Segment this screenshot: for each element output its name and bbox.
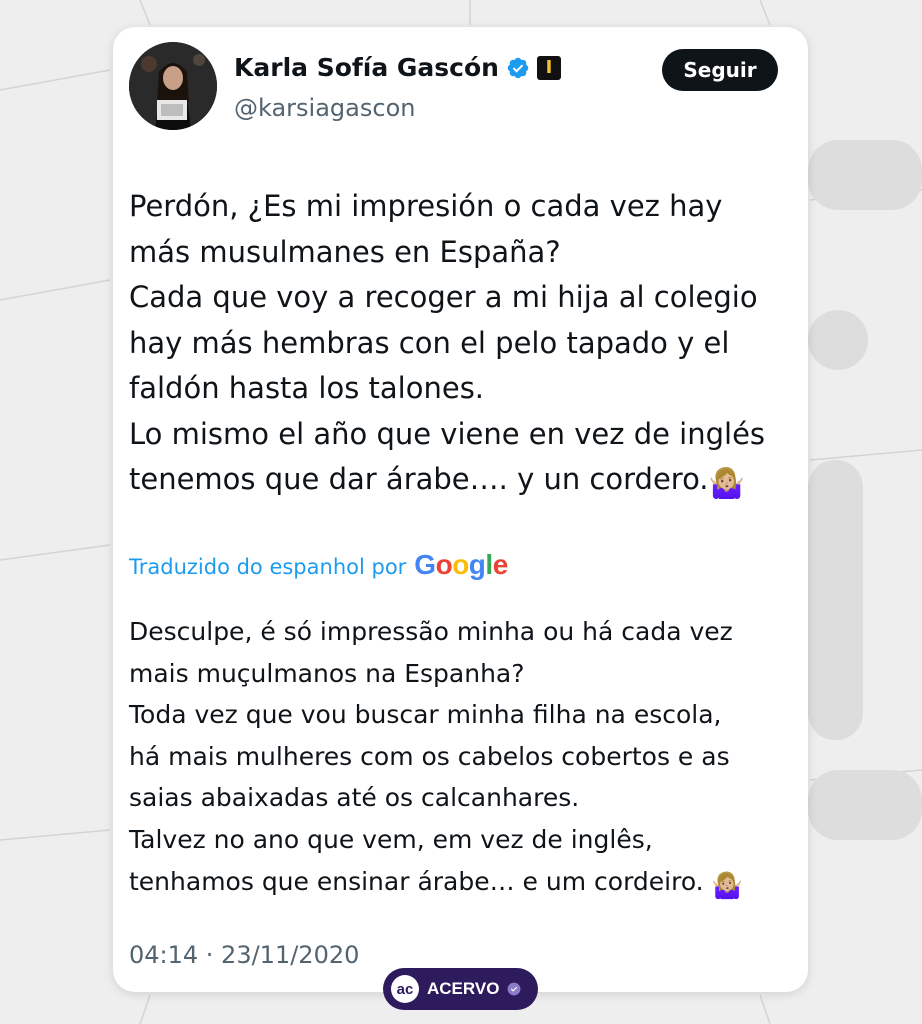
acervo-watermark: ac ACERVO (383, 968, 538, 1010)
oscar-award-icon: I (536, 55, 561, 80)
tweet-text: Perdón, ¿Es mi impresión o cada vez hay … (129, 184, 789, 507)
shrug-emoji-icon: 🤷🏼‍♀️ (708, 466, 745, 500)
translation-line-last: tenhamos que ensinar árabe… e um cordeir… (129, 861, 789, 907)
tweet-line: faldón hasta los talones. (129, 371, 485, 405)
avatar-photo (129, 42, 217, 130)
google-logo-icon: Google (414, 549, 508, 581)
translation-line: Talvez no ano que vem, em vez de inglês, (129, 824, 653, 854)
avatar[interactable] (129, 42, 217, 130)
tweet-line: tenemos que dar árabe…. y un cordero. (129, 462, 709, 496)
acervo-logo-icon: ac (391, 975, 419, 1003)
shrug-emoji-icon: 🤷🏼‍♀️ (711, 870, 743, 900)
translation-line: mais muçulmanos na Espanha? (129, 658, 525, 688)
translation-label[interactable]: Traduzido do espanhol por Google (129, 549, 508, 581)
translation-line: Desculpe, é só impressão minha ou há cad… (129, 617, 733, 646)
translation-line: tenhamos que ensinar árabe… e um cordeir… (129, 866, 704, 896)
author-name[interactable]: Karla Sofía Gascón (234, 53, 499, 82)
google-logo-text: Google (414, 549, 508, 580)
translation-text: Desculpe, é só impressão minha ou há cad… (129, 611, 789, 906)
tweet-line: Cada que voy a recoger a mi hija al cole… (129, 280, 758, 314)
tweet-timestamp[interactable]: 04:14 · 23/11/2020 (129, 941, 359, 969)
tweet-line: hay más hembras con el pelo tapado y el (129, 325, 730, 360)
tweet-card: Karla Sofía Gascón I @karsiagascon Segui… (113, 27, 808, 992)
tweet-line: Perdón, ¿Es mi impresión o cada vez hay (129, 189, 723, 223)
verified-check-icon (507, 57, 529, 78)
translation-line: saias abaixadas até os calcanhares. (129, 783, 580, 813)
translation-line: Toda vez que vou buscar minha filha na e… (129, 700, 722, 730)
translation-label-text: Traduzido do espanhol por (129, 555, 407, 579)
follow-button[interactable]: Seguir (662, 49, 778, 91)
author-handle[interactable]: @karsiagascon (234, 94, 415, 122)
acervo-verified-icon (508, 982, 521, 996)
tweet-line-last: tenemos que dar árabe…. y un cordero.🤷🏼‍… (129, 457, 789, 507)
acervo-label: ACERVO (427, 979, 500, 998)
tweet-line: Lo mismo el año que viene en vez de ingl… (129, 416, 766, 451)
tweet-line: más musulmanes en España? (129, 234, 561, 269)
translation-line: há mais mulheres com os cabelos cobertos… (129, 741, 730, 771)
author-name-row: Karla Sofía Gascón I (234, 53, 561, 82)
